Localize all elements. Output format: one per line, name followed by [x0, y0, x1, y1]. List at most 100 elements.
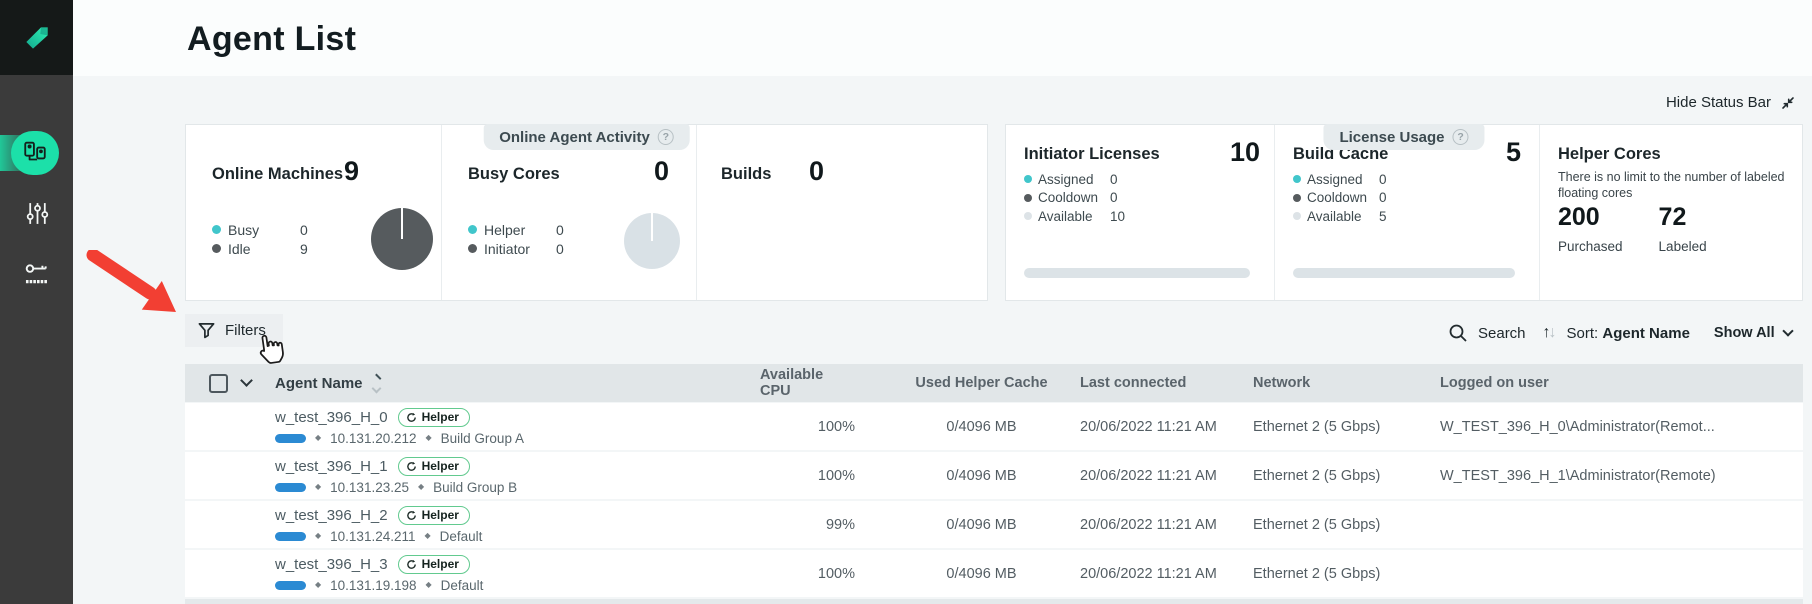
- separator-diamond: ◆: [315, 581, 321, 589]
- table-row[interactable]: w_test_396_H_1 Helper ◆ 10.131.23.25 ◆ B…: [185, 452, 1803, 499]
- table-row[interactable]: w_test_396_H_3 Helper ◆ 10.131.19.198 ◆ …: [185, 550, 1803, 597]
- cpu-usage-bar: [275, 483, 306, 492]
- helper-role-icon: [406, 461, 417, 472]
- table-header-row: Agent Name Available CPU Used Helper Cac…: [185, 364, 1803, 402]
- initiator-dot: [468, 244, 477, 253]
- agent-group: Build Group B: [433, 480, 517, 495]
- legend-label: Assigned: [1307, 172, 1379, 187]
- separator-diamond: ◆: [315, 434, 321, 442]
- online-machines-pie-chart: [371, 208, 433, 270]
- legend-value: 0: [556, 241, 564, 257]
- agent-ip: 10.131.24.211: [330, 529, 415, 544]
- legend-value: 0: [1110, 190, 1125, 205]
- helper-cores-description: There is no limit to the number of label…: [1558, 169, 1812, 201]
- busy-cores-section: Busy Cores 0 Helper 0 Initiator 0: [441, 125, 696, 300]
- initiator-licenses-section: Initiator Licenses 10 Assigned 0 Cooldow…: [1006, 125, 1274, 300]
- legend-item: Initiator 0: [468, 239, 564, 258]
- network-cell: Ethernet 2 (5 Gbps): [1235, 550, 1420, 597]
- legend-label: Assigned: [1038, 172, 1110, 187]
- initiator-legend: Assigned 0 Cooldown 0 Available 10: [1024, 170, 1125, 226]
- help-icon[interactable]: ?: [658, 129, 674, 145]
- column-header-last-connected: Last connected: [1060, 375, 1235, 391]
- legend-item: Available 5: [1293, 207, 1387, 226]
- table-row[interactable]: w_test_396_H_0 Helper ◆ 10.131.20.212 ◆ …: [185, 403, 1803, 450]
- cpu-usage-bar: [275, 434, 306, 443]
- sidebar-item-agents[interactable]: [11, 131, 59, 175]
- agent-table: Agent Name Available CPU Used Helper Cac…: [185, 364, 1803, 597]
- brand-logo[interactable]: [0, 0, 73, 75]
- network-cell: Ethernet 2 (5 Gbps): [1235, 501, 1420, 548]
- logged-on-user-cell: [1420, 550, 1803, 597]
- hide-status-bar-button[interactable]: Hide Status Bar: [1666, 94, 1796, 111]
- license-usage-panel: License Usage ? Initiator Licenses 10 As…: [1005, 124, 1803, 301]
- separator-diamond: ◆: [418, 483, 424, 491]
- agents-icon: [22, 140, 48, 166]
- agent-name-link[interactable]: w_test_396_H_2: [275, 507, 388, 524]
- last-connected-cell: 20/06/2022 11:21 AM: [1060, 452, 1235, 499]
- separator-diamond: ◆: [425, 532, 431, 540]
- busy-cores-value: 0: [654, 156, 669, 187]
- agent-name-link[interactable]: w_test_396_H_1: [275, 458, 388, 475]
- sort-control[interactable]: Sort: Agent Name: [1567, 325, 1690, 342]
- section-title: Online Machines: [212, 165, 343, 184]
- available-cpu-cell: 99%: [760, 501, 875, 548]
- idle-dot: [212, 244, 221, 253]
- agent-name-link[interactable]: w_test_396_H_3: [275, 556, 388, 573]
- labeled-label: Labeled: [1659, 239, 1707, 254]
- legend-item: Busy 0: [212, 220, 308, 239]
- labeled-value: 72: [1659, 203, 1707, 232]
- builds-value: 0: [809, 156, 824, 187]
- legend-label: Available: [1038, 209, 1110, 224]
- separator-diamond: ◆: [426, 434, 432, 442]
- column-header-logged-on-user: Logged on user: [1420, 375, 1803, 391]
- helper-cores-section: Helper Cores There is no limit to the nu…: [1539, 125, 1802, 300]
- initiator-licenses-value: 10: [1230, 137, 1260, 168]
- online-machines-legend: Busy 0 Idle 9: [212, 220, 308, 258]
- column-header-agent-name[interactable]: Agent Name: [275, 375, 760, 392]
- agent-name-link[interactable]: w_test_396_H_0: [275, 409, 388, 426]
- initiator-usage-bar: [1024, 268, 1250, 278]
- helper-role-icon: [406, 510, 417, 521]
- cooldown-dot: [1024, 194, 1032, 202]
- network-cell: Ethernet 2 (5 Gbps): [1235, 403, 1420, 450]
- build-cache-legend: Assigned 0 Cooldown 0 Available 5: [1293, 170, 1387, 226]
- last-connected-cell: 20/06/2022 11:21 AM: [1060, 501, 1235, 548]
- red-annotation-arrow: [86, 250, 186, 320]
- table-row[interactable]: w_test_396_H_2 Helper ◆ 10.131.24.211 ◆ …: [185, 501, 1803, 548]
- license-key-icon: [24, 261, 50, 287]
- legend-label: Idle: [228, 241, 300, 257]
- select-menu-chevron-icon[interactable]: [240, 374, 253, 387]
- sidebar-item-settings[interactable]: [24, 200, 50, 226]
- section-title: Helper Cores: [1558, 145, 1661, 164]
- badge-label: Helper: [422, 508, 459, 522]
- agent-group: Build Group A: [441, 431, 524, 446]
- available-dot: [1024, 212, 1032, 220]
- legend-item: Idle 9: [212, 239, 308, 258]
- help-icon[interactable]: ?: [1453, 129, 1469, 145]
- agent-group: Default: [440, 529, 483, 544]
- sort-direction-icon[interactable]: ↑↓: [1543, 324, 1555, 342]
- online-agent-activity-tab: Online Agent Activity ?: [483, 124, 690, 150]
- legend-value: 0: [1379, 190, 1387, 205]
- helper-badge: Helper: [398, 555, 470, 574]
- separator-diamond: ◆: [315, 532, 321, 540]
- show-all-dropdown[interactable]: Show All: [1714, 325, 1792, 341]
- legend-label: Cooldown: [1307, 190, 1379, 205]
- logged-on-user-cell: W_TEST_396_H_0\Administrator(Remot...: [1420, 403, 1803, 450]
- used-helper-cache-cell: 0/4096 MB: [875, 452, 1060, 499]
- collapse-icon: [1780, 95, 1796, 111]
- badge-label: Helper: [422, 557, 459, 571]
- legend-label: Cooldown: [1038, 190, 1110, 205]
- assigned-dot: [1024, 175, 1032, 183]
- brand-logo-icon: [21, 22, 53, 54]
- separator-diamond: ◆: [426, 581, 432, 589]
- legend-label: Initiator: [484, 241, 556, 257]
- search-button[interactable]: Search: [1448, 323, 1526, 343]
- busy-cores-legend: Helper 0 Initiator 0: [468, 220, 564, 258]
- select-all-checkbox[interactable]: [209, 374, 228, 393]
- available-dot: [1293, 212, 1301, 220]
- build-cache-value: 5: [1506, 137, 1521, 168]
- labeled-stat: 72 Labeled: [1659, 203, 1707, 254]
- sidebar-item-license[interactable]: [24, 261, 50, 287]
- used-helper-cache-cell: 0/4096 MB: [875, 501, 1060, 548]
